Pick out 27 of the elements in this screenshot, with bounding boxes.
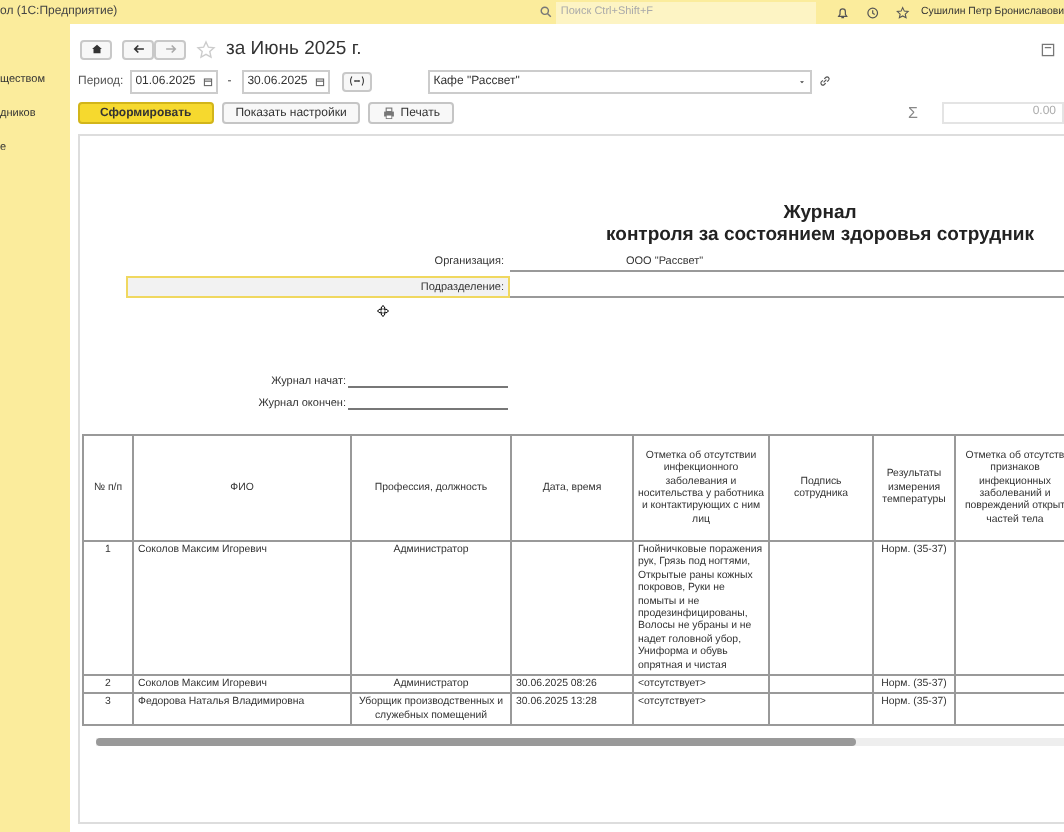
calendar-icon[interactable] (313, 75, 326, 87)
home-icon (89, 42, 103, 56)
ellipsis-icon (347, 74, 366, 88)
save-icon[interactable] (1040, 41, 1056, 57)
bell-icon[interactable] (836, 5, 851, 19)
calendar-icon[interactable] (201, 75, 214, 87)
table-cell (769, 693, 873, 726)
arrow-left-icon (131, 42, 145, 56)
move-cursor-icon (376, 304, 390, 318)
period-choice-button[interactable] (341, 71, 372, 91)
home-button[interactable] (80, 39, 112, 59)
history-icon[interactable] (866, 5, 880, 19)
report-subtitle: контроля за состоянием здоровья сотрудник (606, 224, 1034, 246)
back-button[interactable] (122, 39, 154, 59)
table-cell (769, 675, 873, 694)
printer-icon (382, 106, 397, 120)
horizontal-scrollbar[interactable] (96, 738, 1064, 747)
form-title: за Июнь 2025 г. (226, 38, 362, 60)
scrollbar-thumb[interactable] (96, 738, 856, 747)
sum-symbol: Σ (908, 104, 918, 122)
arrow-right-icon (163, 42, 177, 56)
table-cell (769, 541, 873, 676)
search-icon (540, 6, 553, 18)
table-cell (511, 541, 633, 676)
link-icon[interactable] (817, 74, 832, 88)
report-title: Журнал (783, 202, 857, 224)
star-icon[interactable] (895, 5, 910, 19)
